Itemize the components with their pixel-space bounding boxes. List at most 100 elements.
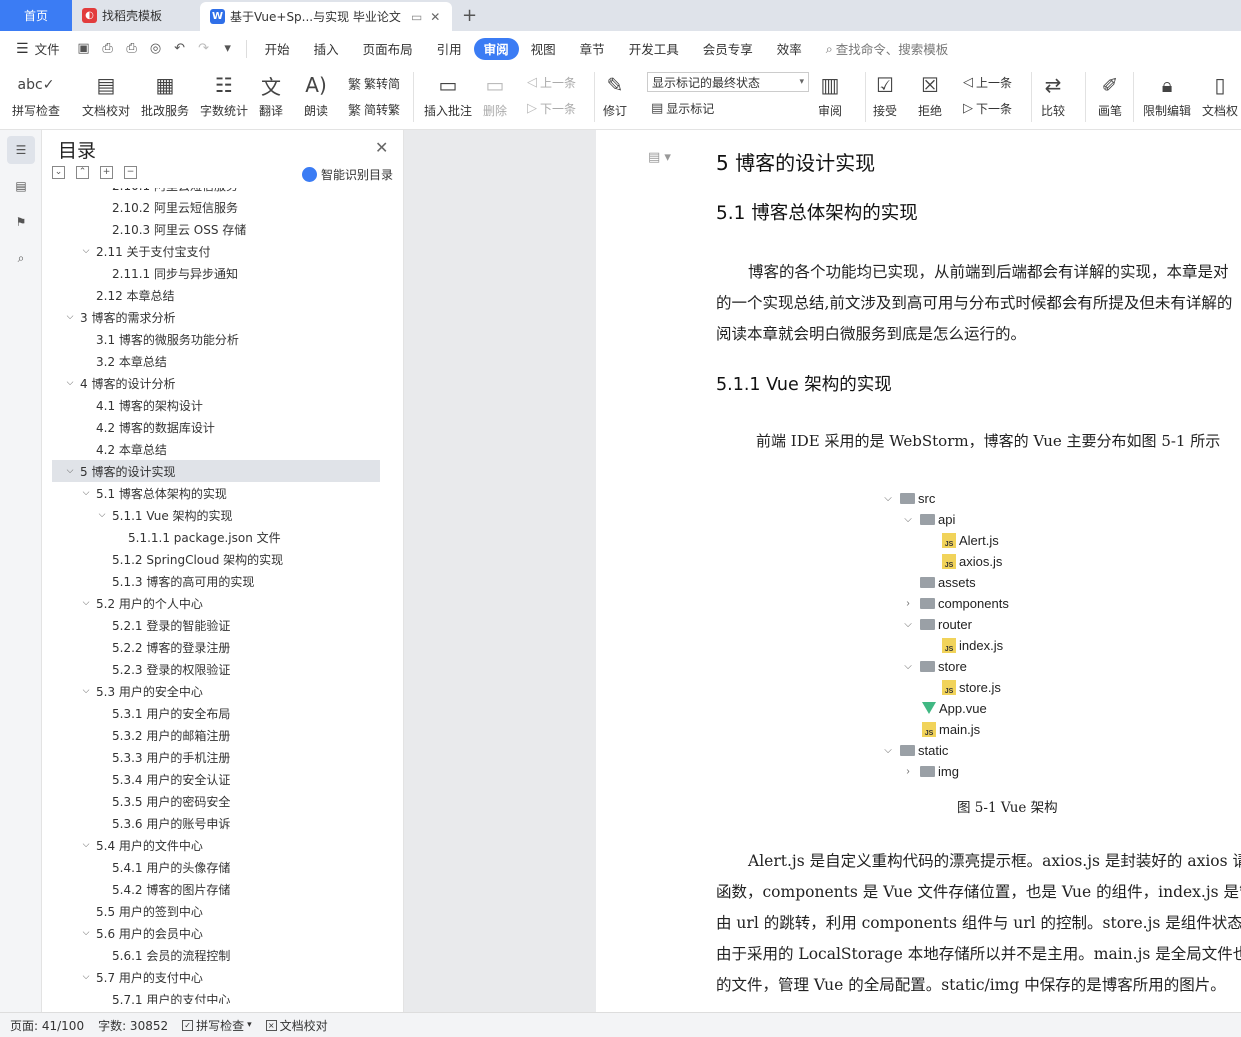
tab-home[interactable]: 首页 [0,0,72,31]
menu-review[interactable]: 审阅 [473,37,519,60]
chevron-down-icon[interactable]: ⌵ [64,466,76,476]
toc-item[interactable]: ⌵ 5.1 博客总体架构的实现 [52,482,380,504]
next-change-button[interactable]: ▷ 下一条 [963,100,1012,117]
spell-check-button[interactable]: abc✓ 拼写检查 [12,70,60,119]
menu-start[interactable]: 开始 [253,38,302,60]
toc-item[interactable]: 2.10.3 阿里云 OSS 存储 [52,218,380,240]
toc-item[interactable]: ⌵ 5.1.1 Vue 架构的实现 [52,504,380,526]
toc-item[interactable]: 4.2 本章总结 [52,438,380,460]
toc-item[interactable]: ⌵ 5.2 用户的个人中心 [52,592,380,614]
toc-item[interactable]: ⌵ 5.3 用户的安全中心 [52,680,380,702]
undo-icon[interactable]: ↶ [171,40,189,58]
toc-item[interactable]: 4.2 博客的数据库设计 [52,416,380,438]
menu-insert[interactable]: 插入 [302,38,351,60]
save-icon[interactable]: ▣ [75,40,93,58]
toc-item[interactable]: 5.3.3 用户的手机注册 [52,746,380,768]
menu-page-layout[interactable]: 页面布局 [351,38,425,60]
chevron-down-icon[interactable]: ⌵ [80,246,92,256]
toc-item[interactable]: 2.12 本章总结 [52,284,380,306]
reject-button[interactable]: ☒ 拒绝 [918,70,942,119]
toc-item[interactable]: 5.4.2 博客的图片存储 [52,878,380,900]
next-comment-button[interactable]: ▷ 下一条 [527,100,576,117]
page-options-icon[interactable]: ▤ ▾ [648,150,671,165]
toc-item[interactable]: ⌵ 5 博客的设计实现 [52,460,380,482]
tab-template[interactable]: ◐ 找稻壳模板 [72,0,200,31]
toc-item[interactable]: ⌵ 5.4 用户的文件中心 [52,834,380,856]
toc-item[interactable]: 5.1.2 SpringCloud 架构的实现 [52,548,380,570]
review-service-button[interactable]: ▦ 批改服务 [141,70,189,119]
toc-item[interactable]: 5.6.1 会员的流程控制 [52,944,380,966]
chevron-down-icon[interactable]: ⌵ [96,510,108,520]
expand-all-icon[interactable]: ⌃ [76,166,89,179]
toc-item[interactable]: 5.2.2 博客的登录注册 [52,636,380,658]
doc-proof-button[interactable]: ▤ 文档校对 [82,70,130,119]
chevron-down-icon[interactable]: ⌵ [80,686,92,696]
restrict-edit-button[interactable]: 🔒︎ 限制编辑 [1143,70,1191,119]
toc-pane-icon[interactable]: ☰ [7,136,35,164]
toc-item[interactable]: 2.11.1 同步与异步通知 [52,262,380,284]
track-changes-button[interactable]: ✎ 修订 [603,70,627,119]
toc-item[interactable]: 3.2 本章总结 [52,350,380,372]
menu-efficiency[interactable]: 效率 [765,38,814,60]
chevron-down-icon[interactable]: ⌵ [64,312,76,322]
prev-change-button[interactable]: ◁ 上一条 [963,74,1012,91]
smart-toc-button[interactable]: 智能识别目录 [302,166,393,183]
search-icon[interactable]: ⌕ [7,244,35,272]
toc-item[interactable]: ⌵ 2.11 关于支付宝支付 [52,240,380,262]
menu-view[interactable]: 视图 [519,38,568,60]
close-icon[interactable]: ✕ [430,10,440,24]
page-indicator[interactable]: 页面: 41/100 [10,1017,84,1034]
close-icon[interactable]: ✕ [375,138,388,157]
menu-member[interactable]: 会员专享 [691,38,765,60]
markup-state-select[interactable]: 显示标记的最终状态 ▾ [647,72,809,92]
word-count-button[interactable]: ☷ 字数统计 [200,70,248,119]
redo-icon[interactable]: ↷ [195,40,213,58]
quick-access-dropdown-icon[interactable]: ▾ [219,40,237,58]
review-pane-button[interactable]: ▥ 审阅 [818,70,842,119]
remove-heading-icon[interactable]: − [124,166,137,179]
toc-item[interactable]: ⌵ 5.7 用户的支付中心 [52,966,380,988]
toc-item[interactable]: 5.3.2 用户的邮箱注册 [52,724,380,746]
print-icon[interactable]: ⎙ [123,40,141,58]
compare-button[interactable]: ⇄ 比较 [1041,70,1065,119]
toc-item[interactable]: ⌵ 3 博客的需求分析 [52,306,380,328]
toc-item[interactable]: 5.1.1.1 package.json 文件 [52,526,380,548]
toc-item[interactable]: 5.3.5 用户的密码安全 [52,790,380,812]
pen-button[interactable]: ✐ 画笔 [1098,70,1122,119]
toc-item[interactable]: 5.3.6 用户的账号申诉 [52,812,380,834]
toc-item[interactable]: 5.3.1 用户的安全布局 [52,702,380,724]
file-menu[interactable]: ☰ 文件 [12,38,72,60]
menu-chapter[interactable]: 章节 [568,38,617,60]
word-count-indicator[interactable]: 字数: 30852 [98,1017,168,1034]
tab-document[interactable]: W 基于Vue+Sp...与实现 毕业论文 ▭ ✕ [200,2,452,31]
menu-developer[interactable]: 开发工具 [617,38,691,60]
collapse-all-icon[interactable]: ⌄ [52,166,65,179]
status-doc-proof[interactable]: × 文档校对 [265,1017,328,1034]
toc-item[interactable]: 5.3.4 用户的安全认证 [52,768,380,790]
doc-permission-button[interactable]: ▯ 文档权 [1202,70,1238,119]
insert-comment-button[interactable]: ▭ 插入批注 [424,70,472,119]
tab-window-icon[interactable]: ▭ [411,10,422,24]
command-search[interactable]: ⌕ 查找命令、搜索模板 [814,38,961,60]
toc-item[interactable]: 5.5 用户的签到中心 [52,900,380,922]
show-markup-button[interactable]: ▤ 显示标记 [651,100,714,117]
export-pdf-icon[interactable]: ⎙ [99,40,117,58]
new-tab-button[interactable]: + [452,0,487,31]
translate-button[interactable]: 文 翻译 [259,70,283,119]
print-preview-icon[interactable]: ◎ [147,40,165,58]
toc-item[interactable]: ⌵ 4 博客的设计分析 [52,372,380,394]
simp-to-trad-button[interactable]: 繁 简转繁 [348,100,400,119]
chevron-down-icon[interactable]: ⌵ [80,488,92,498]
chevron-down-icon[interactable]: ⌵ [80,972,92,982]
chevron-down-icon[interactable]: ⌵ [80,598,92,608]
status-spell-check[interactable]: ✓ 拼写检查 ▾ [182,1017,252,1034]
toc-item[interactable]: 4.1 博客的架构设计 [52,394,380,416]
toc-item[interactable]: 3.1 博客的微服务功能分析 [52,328,380,350]
add-heading-icon[interactable]: + [100,166,113,179]
toc-item[interactable]: 5.7.1 用户的支付中心 [52,988,380,1005]
toc-item[interactable]: 2.10.2 阿里云短信服务 [52,196,380,218]
chevron-down-icon[interactable]: ⌵ [80,840,92,850]
prev-comment-button[interactable]: ◁ 上一条 [527,74,576,91]
chevron-down-icon[interactable]: ⌵ [80,928,92,938]
delete-comment-button[interactable]: ▭ 删除 [483,70,507,119]
